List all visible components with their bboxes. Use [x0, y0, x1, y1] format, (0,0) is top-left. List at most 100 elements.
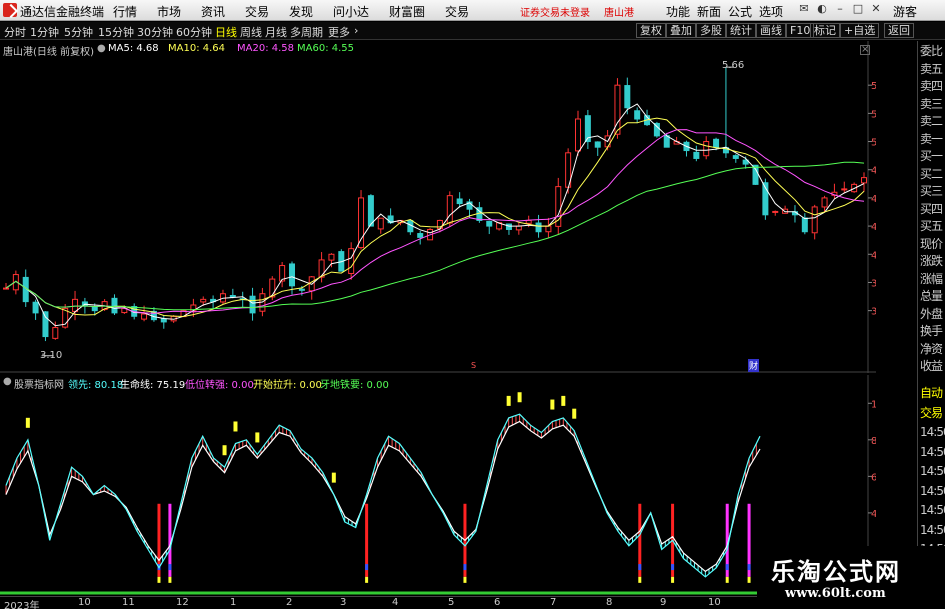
candle-body	[328, 253, 335, 261]
trade-field-1[interactable]: 交易	[920, 406, 945, 420]
x-label-5: 2	[286, 597, 293, 608]
adjust-button[interactable]: 复权	[636, 23, 666, 38]
peak-marker	[331, 472, 336, 483]
panel-close-icon[interactable]: ×	[860, 45, 870, 55]
indicator-chart[interactable]: 40.00 60.00 80.00 100.00	[0, 375, 876, 596]
mark-button[interactable]: 标记	[810, 23, 840, 38]
quote-field-17: 净资	[920, 341, 943, 356]
quote-field-5: 卖一	[920, 131, 943, 146]
guest-login[interactable]: 游客	[893, 3, 917, 20]
draw-button[interactable]: 画线	[756, 23, 786, 38]
trade-field-5: 14:50	[920, 483, 945, 498]
quote-field-16: 换手	[920, 324, 943, 338]
menu-market[interactable]: 市场	[157, 3, 181, 20]
quote-field-3: 卖三	[920, 96, 943, 111]
period-5min[interactable]: 5分钟	[64, 24, 93, 40]
app-title: 通达信金融终端	[20, 5, 105, 19]
minimize-icon[interactable]: –	[833, 2, 847, 16]
menu-function[interactable]: 功能	[666, 3, 690, 20]
candle-body	[42, 311, 49, 338]
menu-ask[interactable]: 问小达	[333, 3, 369, 20]
marker-finance[interactable]: 财	[748, 359, 760, 372]
candle-body	[72, 298, 79, 312]
marker-s[interactable]: S	[471, 361, 476, 370]
menu-quotes[interactable]: 行情	[113, 3, 137, 20]
trade-field-0[interactable]: 自动	[920, 386, 945, 400]
peak-marker	[572, 408, 577, 419]
menu-discover[interactable]: 发现	[289, 3, 313, 20]
candle-body	[772, 210, 779, 213]
quote-field-10: 买五	[920, 219, 943, 233]
menu-trade[interactable]: 交易	[245, 3, 269, 20]
signal-bar-yellow	[747, 576, 751, 583]
start-lift-label: 开始拉升: 0.00	[253, 380, 322, 391]
candle-body	[289, 263, 295, 287]
login-notice[interactable]: 证券交易未登录	[520, 4, 590, 19]
candle-body	[367, 195, 374, 227]
candle-body	[52, 327, 59, 339]
peak-marker	[561, 395, 566, 406]
period-more[interactable]: 更多	[328, 24, 350, 40]
period-1min[interactable]: 1分钟	[30, 24, 59, 40]
close-icon[interactable]: ✕	[869, 2, 883, 16]
signal-bar-yellow	[725, 576, 729, 583]
stock-label: 唐山港(日线 前复权)	[3, 47, 94, 58]
candle-body	[91, 306, 98, 312]
price-tick-label: 4.50	[871, 194, 876, 205]
message-icon[interactable]: ✉	[797, 2, 811, 16]
trade-field-3: 14:50	[920, 444, 945, 459]
max-price-label: 5.66	[722, 60, 745, 71]
peak-marker	[517, 392, 522, 403]
ma60-label: MA60: 4.55	[297, 43, 355, 54]
quote-field-4: 卖二	[920, 114, 943, 128]
x-label-0: 2023年	[4, 601, 40, 609]
min-price-label: 3.10	[40, 350, 63, 361]
price-tick-label: 3.75	[871, 278, 876, 289]
trade-field-6: 14:50	[920, 503, 945, 517]
indicator-tick-label: 60.00	[871, 472, 876, 483]
ma-line-3	[5, 161, 865, 311]
quote-field-13: 涨幅	[920, 271, 943, 286]
menu-trade-2[interactable]: 交易	[445, 3, 469, 20]
candle-body	[298, 288, 305, 291]
signal-bar-blue	[365, 564, 369, 571]
period-multi[interactable]: 多周期	[290, 24, 323, 40]
menu-news[interactable]: 资讯	[201, 3, 225, 20]
menu-formula[interactable]: 公式	[728, 3, 752, 20]
maximize-icon[interactable]: □	[851, 2, 865, 16]
quote-field-18: 收益	[920, 359, 943, 373]
period-monthly[interactable]: 月线	[265, 24, 287, 40]
ma20-label: MA20: 4.58	[237, 43, 295, 54]
add-watchlist-button[interactable]: +自选	[840, 23, 880, 38]
menu-options[interactable]: 选项	[759, 3, 783, 20]
back-button[interactable]: 返回	[884, 23, 914, 38]
indicator-name: 股票指标网	[14, 380, 64, 391]
period-15min[interactable]: 15分钟	[98, 24, 134, 40]
overlay-button[interactable]: 叠加	[666, 23, 696, 38]
indicator-panel[interactable]: 40.0060.0080.00100.00 ● 股票指标网 领先: 80.18 …	[0, 375, 876, 596]
menu-new-page[interactable]: 新面	[697, 3, 721, 20]
kline-chart[interactable]: 3.50 3.75 4.00 4.25 4.50 4.75 5.00 5.25 5.50	[0, 41, 876, 373]
kline-chart-panel[interactable]: 3.50 3.75 4.00 4.25 4.50 4.75 5.00 5.25 5.50 唐山港…	[0, 41, 876, 373]
settings-dot-icon[interactable]: ●	[97, 43, 106, 54]
period-weekly[interactable]: 周线	[240, 24, 262, 40]
skin-icon[interactable]: ◐	[815, 2, 829, 16]
peak-marker	[222, 445, 227, 456]
menu-bar: 通达信金融终端 行情 市场 资讯 交易 发现 问小达 财富圈 交易 证券交易未登…	[0, 0, 945, 21]
indicator-tick-label: 40.00	[871, 509, 876, 520]
stats-button[interactable]: 统计	[726, 23, 756, 38]
period-30min[interactable]: 30分钟	[137, 24, 173, 40]
period-60min[interactable]: 60分钟	[176, 24, 212, 40]
candle-body	[160, 318, 167, 323]
menu-wealth[interactable]: 财富圈	[389, 3, 425, 20]
signal-bar-blue	[638, 564, 642, 571]
lead-series	[5, 413, 761, 578]
multi-stock-button[interactable]: 多股	[696, 23, 726, 38]
candle-body	[141, 313, 148, 320]
period-intraday[interactable]: 分时	[4, 24, 26, 40]
signal-bar-blue	[168, 564, 172, 571]
indicator-settings-icon[interactable]: ●	[3, 376, 12, 387]
period-daily[interactable]: 日线	[215, 24, 237, 40]
chevron-right-icon[interactable]: ›	[354, 24, 358, 37]
quote-field-11: 现价	[920, 236, 943, 251]
